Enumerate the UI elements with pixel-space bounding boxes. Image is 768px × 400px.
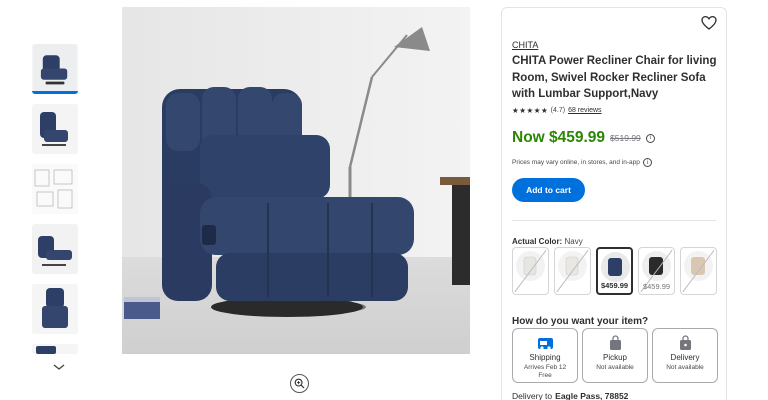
option-detail: Not available xyxy=(596,364,634,371)
swatch-black[interactable]: $459.99 xyxy=(638,247,675,295)
star-rating-icon: ★ ★ ★ ★ ★ xyxy=(512,106,548,115)
unavailable-strike-icon xyxy=(514,249,547,293)
price-row: Now $459.99 $519.99 i xyxy=(512,129,655,147)
swatch-price: $459.99 xyxy=(642,282,671,291)
thumbnail-1[interactable] xyxy=(32,44,78,94)
delivery-label: Delivery to xyxy=(512,391,553,400)
product-main-image[interactable] xyxy=(122,7,470,354)
swatch-price: $459.99 xyxy=(600,281,629,290)
thumbnail-strip xyxy=(32,44,78,400)
fulfillment-options: Shipping Arrives Feb 12 Free Pickup Not … xyxy=(512,328,718,383)
divider xyxy=(512,220,716,221)
thumbnail-6[interactable] xyxy=(32,344,78,354)
add-to-cart-button[interactable]: Add to cart xyxy=(512,178,585,202)
reviews-link[interactable]: 68 reviews xyxy=(568,107,601,114)
thumbnail-5[interactable] xyxy=(32,284,78,334)
heart-icon[interactable] xyxy=(701,15,717,31)
brand-link[interactable]: CHITA xyxy=(512,40,538,50)
fulfillment-heading: How do you want your item? xyxy=(512,316,649,327)
option-detail: Free xyxy=(538,372,552,379)
color-label-key: Actual Color: xyxy=(512,237,563,246)
option-name: Delivery xyxy=(670,353,700,362)
option-name: Shipping xyxy=(529,353,561,362)
info-icon[interactable]: i xyxy=(645,133,655,143)
fulfillment-delivery[interactable]: Delivery Not available xyxy=(652,328,718,383)
current-price: Now $459.99 xyxy=(512,129,606,146)
delivery-location-link[interactable]: Eagle Pass, 78852 xyxy=(555,391,628,400)
swatch-white[interactable] xyxy=(512,247,549,295)
price-disclaimer: Prices may vary online, in stores, and i… xyxy=(512,158,652,167)
option-detail: Not available xyxy=(666,364,704,371)
thumbnail-4[interactable] xyxy=(32,224,78,274)
chevron-down-icon[interactable] xyxy=(52,362,66,372)
product-title: CHITA Power Recliner Chair for living Ro… xyxy=(512,55,717,100)
zoom-button[interactable] xyxy=(290,374,309,393)
unavailable-strike-icon xyxy=(682,249,715,293)
info-icon[interactable]: i xyxy=(642,158,652,167)
truck-icon xyxy=(538,338,553,350)
rating-row: ★ ★ ★ ★ ★ (4.7) 68 reviews xyxy=(512,107,602,115)
swatch-navy[interactable]: $459.99 xyxy=(596,247,633,295)
store-bag-icon xyxy=(610,335,621,350)
unavailable-strike-icon xyxy=(556,249,589,293)
rating-value: (4.7) xyxy=(550,107,566,115)
color-swatches: $459.99 $459.99 xyxy=(512,247,717,295)
delivery-bag-icon xyxy=(680,335,691,350)
color-label-value: Navy xyxy=(564,237,583,246)
swatch-beige[interactable] xyxy=(680,247,717,295)
color-label: Actual Color: Navy xyxy=(512,237,583,246)
original-price: $519.99 xyxy=(610,133,641,143)
delivery-location: Delivery to Eagle Pass, 78852 xyxy=(512,391,628,400)
option-name: Pickup xyxy=(602,353,627,362)
fulfillment-pickup[interactable]: Pickup Not available xyxy=(582,328,648,383)
fulfillment-shipping[interactable]: Shipping Arrives Feb 12 Free xyxy=(512,328,578,383)
thumbnail-3[interactable] xyxy=(32,164,78,214)
option-detail: Arrives Feb 12 xyxy=(523,364,567,371)
zoom-in-icon xyxy=(294,378,305,389)
thumbnail-2[interactable] xyxy=(32,104,78,154)
disclaimer-text: Prices may vary online, in stores, and i… xyxy=(512,159,640,166)
swatch-cream[interactable] xyxy=(554,247,591,295)
product-info-panel: CHITA CHITA Power Recliner Chair for liv… xyxy=(501,7,727,400)
